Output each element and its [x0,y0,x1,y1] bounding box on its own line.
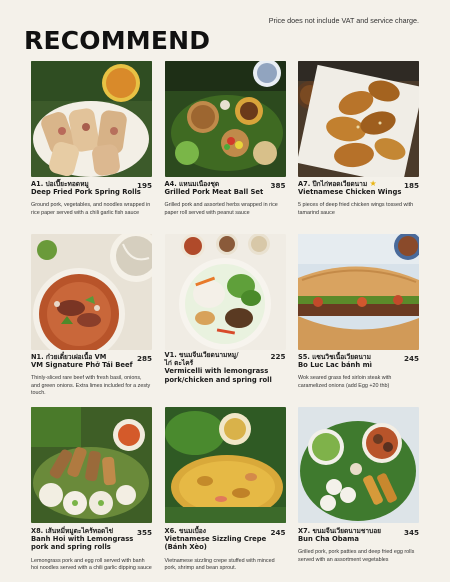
vat-note: Price does not include VAT and service c… [268,16,419,25]
menu-item-n1[interactable]: 285 N1. ก๋วยเตี๋ยวเฝอเนื้อ VM VM Signatu… [31,234,152,402]
price: 355 [136,528,152,537]
item-name: Vietnamese Chicken Wings [298,188,402,197]
menu-item-v1[interactable]: 225 V1. ขนมจีนเวียดนามหมู/ ไก่ ตะไคร้ Ve… [164,234,286,402]
item-name: Bun Cha Obama [298,535,359,544]
item-description: Lemongrass pork and egg roll served with… [31,557,152,571]
item-code-thai: A4. แหนมเนืองชุด [164,180,220,188]
item-code-thai-line2: ไก่ ตะไคร้ [164,359,194,368]
menu-item-s5[interactable]: 245 S5. แซนวิชเนื้อเวียดนาม Bo Luc Lac b… [298,234,419,402]
photo-pho [31,234,152,350]
item-code-thai-text: A7. ปีกไก่ทอดเวียดนาม [298,180,368,188]
item-description: Wok seared grass fed sirloin steak with … [298,375,392,389]
item-name-line2: pork and spring rolls [31,543,111,552]
price: 245 [270,528,286,537]
item-name: Banh Hoi with Lemongrass [31,535,134,544]
item-name: VM Signature Phở Tái Beef [31,361,133,370]
item-description: Vietnamese sizzling crepe stuffed with m… [164,557,275,571]
item-description: Thinly-sliced rare beef with fresh basil… [31,375,151,396]
page-title: RECOMMEND [24,26,211,55]
photo-vermicelli [164,234,286,350]
item-code-thai: S5. แซนวิชเนื้อเวียดนาม [298,353,371,361]
menu-item-a4[interactable]: 385 A4. แหนมเนืองชุด Grilled Pork Meat B… [164,61,286,229]
price: 225 [270,352,286,361]
photo-bun-cha [298,407,419,523]
photo-spring-rolls [31,61,152,177]
photo-banh-mi [298,234,419,350]
star-icon: ★ [369,179,377,188]
item-code-thai: N1. ก๋วยเตี๋ยวเฝอเนื้อ VM [31,353,107,361]
menu-item-x8[interactable]: 355 X8. เส้นหมี่หมูตะไคร้ทอดไข่ Banh Hoi… [31,407,152,575]
price: 385 [270,181,286,190]
item-description: Ground pork, vegetables, and noodles wra… [31,202,151,216]
item-code-thai: A7. ปีกไก่ทอดเวียดนาม ★ [298,179,419,188]
menu-item-x7[interactable]: 345 X7. ขนมจีนเวียดนามชาบอย Bun Cha Obam… [298,407,419,575]
item-name: Vermicelli with lemongrass [164,367,269,376]
item-code-thai: A1. ปอเปี๊ยะทอดหมู [31,180,89,188]
item-code-thai: X8. เส้นหมี่หมูตะไคร้ทอดไข่ [31,527,114,535]
item-name: Bo Luc Lac bánh mì [298,361,373,370]
price: 345 [403,528,419,537]
item-name: Vietnamese Sizzling Crepe [164,535,267,544]
item-name: Deep Fried Pork Spring Rolls [31,188,141,197]
item-code-thai: X7. ขนมจีนเวียดนามชาบอย [298,527,382,535]
photo-banh-xeo [164,407,286,523]
price: 195 [136,181,152,190]
item-description: Grilled pork, pork patties and deep frie… [298,549,415,563]
menu-item-a1[interactable]: 195 A1. ปอเปี๊ยะทอดหมู Deep Fried Pork S… [31,61,152,229]
photo-banh-hoi [31,407,152,523]
price: 185 [403,181,419,190]
price: 245 [403,354,419,363]
menu-item-a7[interactable]: 185 A7. ปีกไก่ทอดเวียดนาม ★ Vietnamese C… [298,61,419,229]
item-name-line2: (Bánh Xèo) [164,543,207,552]
photo-chicken-wings [298,61,419,177]
item-code-thai: V1. ขนมจีนเวียดนามหมู/ [164,351,239,359]
item-code-thai: X6. ขนมเบื้อง [164,527,206,535]
item-description: Grilled pork and assorted herbs wrapped … [164,202,278,216]
price: 285 [136,354,152,363]
menu-item-x6[interactable]: 245 X6. ขนมเบื้อง Vietnamese Sizzling Cr… [164,407,286,575]
photo-meat-ball-set [164,61,286,177]
item-name: Grilled Pork Meat Ball Set [164,188,264,197]
menu-grid: 195 A1. ปอเปี๊ยะทอดหมู Deep Fried Pork S… [31,61,419,575]
item-name-line2: pork/chicken and spring roll [164,375,272,384]
item-description: 5 pieces of deep fried chicken wings tos… [298,202,414,216]
